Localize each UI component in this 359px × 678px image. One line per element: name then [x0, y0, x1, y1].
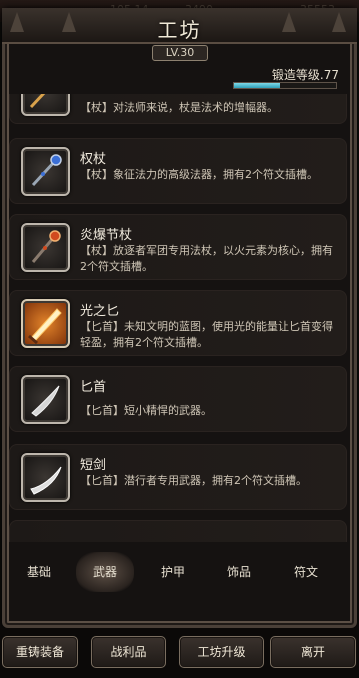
tab-accessories[interactable]: 饰品: [210, 552, 268, 592]
list-item[interactable]: 【杖】对法师来说，杖是法术的增幅器。: [9, 94, 347, 124]
list-item[interactable]: [9, 520, 347, 542]
item-description: 【杖】放逐者军团专用法杖，以火元素为核心，拥有2个符文插槽。: [80, 244, 333, 273]
list-item[interactable]: 匕首 【匕首】短小精悍的武器。: [9, 366, 347, 432]
recipe-list[interactable]: 【杖】对法师来说，杖是法术的增幅器。 权杖 【杖】象征法力的高级法器，拥有2个符…: [9, 94, 347, 542]
item-description: 【匕首】未知文明的蓝图，使用光的能量让匕首变得轻盈，拥有2个符文插槽。: [80, 320, 333, 349]
item-description: 【杖】象征法力的高级法器，拥有2个符文插槽。: [80, 168, 318, 181]
tab-basic[interactable]: 基础: [10, 552, 68, 592]
forge-level-label: 锻造等级.77: [271, 68, 339, 82]
staff-icon: [21, 94, 70, 116]
category-tabs: 基础 武器 护甲 饰品 符文: [10, 552, 348, 592]
item-name: 匕首: [80, 380, 107, 395]
loot-button[interactable]: 战利品: [91, 636, 166, 668]
item-name: 炎爆节杖: [80, 228, 133, 243]
workshop-upgrade-button[interactable]: 工坊升级: [179, 636, 264, 668]
flame-staff-icon: [21, 223, 70, 272]
recast-equipment-button[interactable]: 重铸装备: [2, 636, 78, 668]
scepter-icon: [21, 147, 70, 196]
item-name: 短剑: [80, 458, 107, 473]
item-description: 【杖】对法师来说，杖是法术的增幅器。: [80, 101, 278, 114]
item-name: 权杖: [80, 152, 107, 167]
page-title: 工坊: [157, 18, 202, 42]
tab-weapons[interactable]: 武器: [76, 552, 134, 592]
list-item[interactable]: 短剑 【匕首】潜行者专用武器，拥有2个符文插槽。: [9, 444, 347, 510]
list-item[interactable]: 光之匕 【匕首】未知文明的蓝图，使用光的能量让匕首变得轻盈，拥有2个符文插槽。: [9, 290, 347, 356]
workshop-level-badge: LV.30: [152, 45, 208, 61]
item-description: 【匕首】短小精悍的武器。: [80, 404, 212, 417]
bottom-action-bar: 重铸装备 战利品 工坊升级 离开: [0, 628, 359, 678]
forge-progress-fill: [234, 83, 280, 88]
forge-progress-bar: [233, 82, 337, 89]
leave-button[interactable]: 离开: [270, 636, 356, 668]
list-item[interactable]: 权杖 【杖】象征法力的高级法器，拥有2个符文插槽。: [9, 138, 347, 204]
short-sword-icon: [21, 453, 70, 502]
item-description: 【匕首】潜行者专用武器，拥有2个符文插槽。: [80, 474, 307, 487]
list-item[interactable]: 炎爆节杖 【杖】放逐者军团专用法杖，以火元素为核心，拥有2个符文插槽。: [9, 214, 347, 280]
tab-armor[interactable]: 护甲: [144, 552, 202, 592]
item-name: 光之匕: [80, 304, 120, 319]
tab-runes[interactable]: 符文: [277, 552, 335, 592]
light-dagger-icon: [21, 299, 70, 348]
dagger-icon: [21, 375, 70, 424]
